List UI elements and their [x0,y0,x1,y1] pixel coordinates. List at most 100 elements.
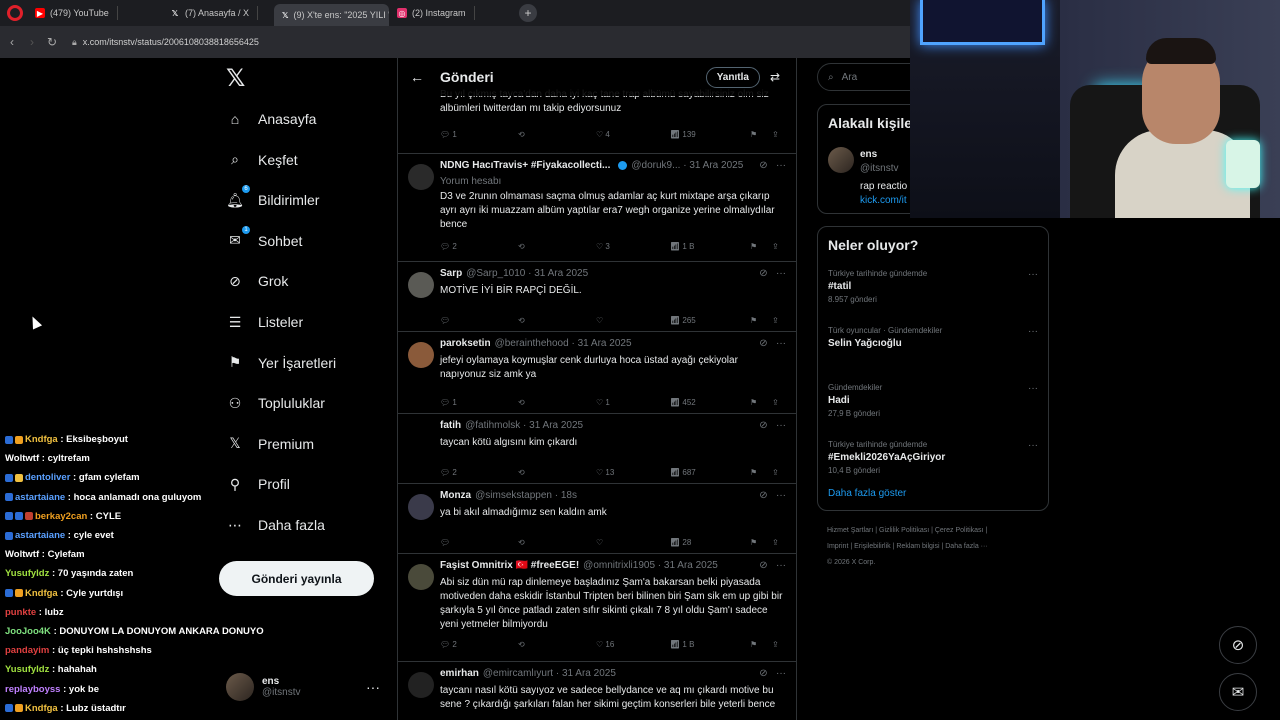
reply-action[interactable]: 💬︎ [440,316,518,325]
views-action[interactable]: 📶︎ 1 B [670,640,750,649]
views-action[interactable]: 📶︎ 452 [670,398,750,407]
trend-item[interactable]: Türkiye tarihinde gündemde #tatil 8.957 gö… [828,269,1038,304]
tweet-date[interactable]: 31 Ara 2025 [534,268,588,279]
views-action[interactable]: 📶︎ 139 [670,130,750,139]
share-icon[interactable]: ⇪ [772,640,779,649]
avatar[interactable] [408,164,434,190]
avatar[interactable] [408,564,434,590]
avatar[interactable] [408,424,434,450]
bookmark-icon[interactable]: ⚑ [750,130,772,139]
tweet[interactable]: Faşist Omnitrix 🇹🇷 #freeEGE! @omnitrixli1… [398,554,796,662]
like-action[interactable]: ♡ [596,538,670,547]
tweet-handle[interactable]: @omnitrixli1905 [583,560,655,571]
chat-username[interactable]: Yusufyldz [5,568,49,579]
tweet[interactable]: paroksetin @berainthehood · 31 Ara 2025 ⊘ … [398,332,796,414]
chat-username[interactable]: dentoliver [25,472,70,483]
like-action[interactable]: ♡ 3 [596,242,670,251]
reply-button[interactable]: Yanıtla [705,66,760,88]
share-icon[interactable]: ⇪ [772,538,779,547]
forward-arrow-icon[interactable]: › [22,35,42,49]
repost-action[interactable]: ⟲ [518,640,596,649]
trend-item[interactable]: Türk oyuncular · Gündemdekiler Selin Yağc… [828,326,1038,349]
avatar[interactable] [408,272,434,298]
like-action[interactable]: ♡ [596,316,670,325]
tweet-author[interactable]: NDNG HacıTravis+ #Fiyakacollecti... [440,160,610,171]
bookmark-icon[interactable]: ⚑ [750,398,772,407]
repost-action[interactable]: ⟲ [518,130,596,139]
like-action[interactable]: ♡ 13 [596,468,670,477]
nav-item-daha-fazla[interactable]: ⋯ Daha fazla [226,516,325,534]
chat-username[interactable]: replayboyss [5,684,60,695]
more-dots-icon[interactable]: ··· [1028,326,1038,337]
tweet[interactable]: Sarp @Sarp_1010 · 31 Ara 2025 ⊘ ··· MOTİVE … [398,262,796,332]
tweet-date[interactable]: 18s [561,490,577,501]
chat-username[interactable]: berkay2can [35,511,87,522]
grok-tweet-icon[interactable]: ⊘ [759,560,776,571]
grok-tweet-icon[interactable]: ⊘ [759,420,776,431]
reply-action[interactable]: 💬︎ 2 [440,242,518,251]
footer-links[interactable]: Imprint | Erişilebilirlik | Reklam bilgi… [827,543,988,550]
like-action[interactable]: ♡ 1 [596,398,670,407]
share-icon[interactable]: ⇪ [772,468,779,477]
tweet-author[interactable]: paroksetin [440,338,491,349]
tweet[interactable]: Monza @simsekstappen · 18s ⊘ ··· ya bi akıl… [398,484,796,554]
grok-tweet-icon[interactable]: ⊘ [759,668,776,679]
chat-username[interactable]: JooJoo4K [5,626,51,637]
more-dots-icon[interactable]: ··· [1028,440,1038,451]
url-field[interactable]: x.com/itsnstv/status/2006108038818656425 [83,37,259,47]
avatar[interactable] [408,494,434,520]
avatar[interactable] [408,342,434,368]
chat-username[interactable]: Yusufyldz [5,664,49,675]
views-action[interactable]: 📶︎ 28 [670,538,750,547]
tweet-author[interactable]: fatih [440,420,461,431]
tune-icon[interactable]: ⇄ [770,70,780,84]
repost-action[interactable]: ⟲ [518,316,596,325]
chat-username[interactable]: Kndfga [25,434,58,445]
tweet-handle[interactable]: @fatihmolsk [465,420,520,431]
repost-action[interactable]: ⟲ [518,242,596,251]
footer-links[interactable]: Hizmet Şartları | Gizlilik Politikası | … [827,527,987,534]
tweet[interactable]: fatih @fatihmolsk · 31 Ara 2025 ⊘ ··· tayca… [398,414,796,484]
more-dots-icon[interactable]: ··· [776,160,786,171]
chat-username[interactable]: astartaiane [15,492,65,503]
browser-tab[interactable]: ▶ (479) YouTube [27,0,162,26]
trend-item[interactable]: Türkiye tarihinde gündemde #Emekli2026YaA… [828,440,1038,475]
tweet-date[interactable]: 31 Ara 2025 [689,160,743,171]
chat-username[interactable]: punkte [5,607,36,618]
chat-username[interactable]: Woltwtf [5,453,39,464]
tweet-date[interactable]: 31 Ara 2025 [562,668,616,679]
chat-username[interactable]: Kndfga [25,703,58,714]
nav-item-anasayfa[interactable]: ⌂ Anasayfa [226,110,317,128]
tweet-author[interactable]: Faşist Omnitrix 🇹🇷 #freeEGE! [440,560,579,571]
who-name[interactable]: ens [860,149,877,160]
nav-item-sohbet[interactable]: ✉ 1 Sohbet [226,225,302,250]
who-link[interactable]: kick.com/it [860,195,907,206]
tweet-handle[interactable]: @emircamlıyurt [483,668,553,679]
nav-item-grok[interactable]: ⊘ Grok [226,272,288,290]
bookmark-icon[interactable]: ⚑ [750,640,772,649]
repost-action[interactable]: ⟲ [518,468,596,477]
more-dots-icon[interactable]: ··· [776,490,786,501]
grok-tweet-icon[interactable]: ⊘ [759,338,776,349]
messages-fab-button[interactable]: ✉ [1219,673,1257,711]
nav-item-bildirimler[interactable]: 🔔︎ 6 Bildirimler [226,185,319,209]
nav-item-premium[interactable]: 𝕏 Premium [226,435,314,453]
bookmark-icon[interactable]: ⚑ [750,468,772,477]
chat-username[interactable]: pandayim [5,645,49,656]
account-switcher[interactable]: ens @itsnstv ··· [226,673,380,701]
more-dots-icon[interactable]: ··· [776,668,786,679]
reload-icon[interactable]: ↻ [42,35,62,49]
tweet-author[interactable]: emirhan [440,668,479,679]
tweet-date[interactable]: 31 Ara 2025 [578,338,632,349]
views-action[interactable]: 📶︎ 1 B [670,242,750,251]
tweet-author[interactable]: Monza [440,490,471,501]
opera-logo-icon[interactable] [7,5,23,21]
nav-item-keşfet[interactable]: ⌕ Keşfet [226,151,298,169]
share-icon[interactable]: ⇪ [772,398,779,407]
more-dots-icon[interactable]: ··· [776,268,786,279]
bookmark-icon[interactable]: ⚑ [750,242,772,251]
like-action[interactable]: ♡ 16 [596,640,670,649]
tweet-date[interactable]: 31 Ara 2025 [529,420,583,431]
tweet[interactable]: emirhan @emircamlıyurt · 31 Ara 2025 ⊘ ···… [398,662,796,720]
browser-tab[interactable]: ◎ (2) Instagram [389,0,509,26]
